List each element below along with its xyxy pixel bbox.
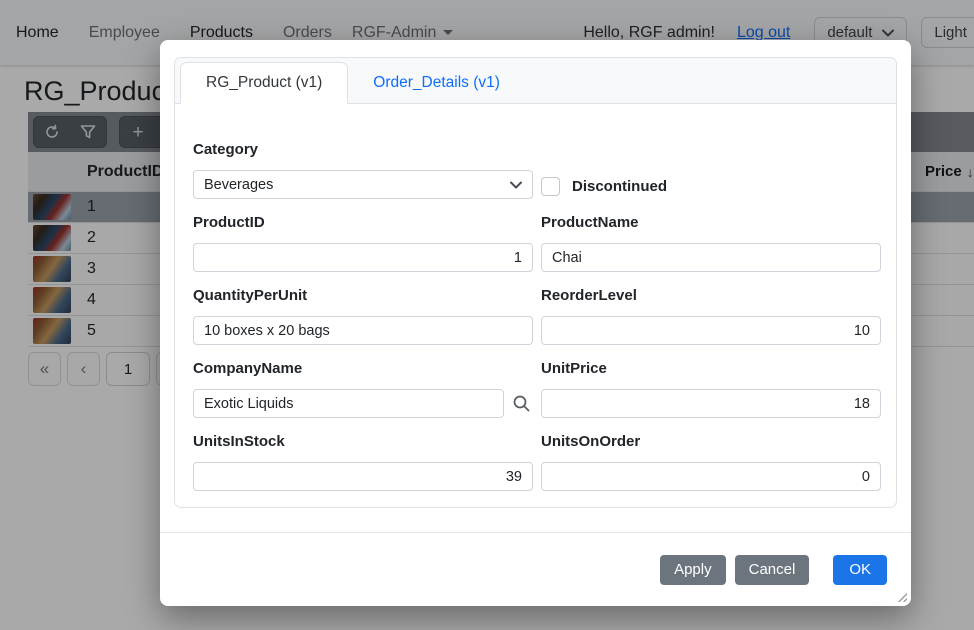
category-field: Category Beverages <box>193 141 533 199</box>
category-label: Category <box>193 141 533 158</box>
dialog-tab-bar: RG_Product (v1) Order_Details (v1) <box>175 58 896 104</box>
discontinued-field: Discontinued <box>541 173 881 199</box>
tab-rg-product[interactable]: RG_Product (v1) <box>180 62 348 104</box>
screen: Home Employee Products Orders RGF-Admin … <box>0 0 974 630</box>
company-name-field: CompanyName <box>193 360 533 418</box>
quantity-per-unit-input[interactable] <box>193 316 533 345</box>
quantity-per-unit-field: QuantityPerUnit <box>193 287 533 345</box>
ok-button[interactable]: OK <box>833 555 887 585</box>
dialog-footer: Apply Cancel OK <box>160 532 911 606</box>
product-id-field: ProductID <box>193 214 533 272</box>
company-name-input[interactable] <box>193 389 504 418</box>
edit-product-dialog: RG_Product (v1) Order_Details (v1) Categ… <box>160 40 911 606</box>
discontinued-label: Discontinued <box>572 178 667 195</box>
tab-order-details[interactable]: Order_Details (v1) <box>348 63 525 103</box>
units-on-order-field: UnitsOnOrder <box>541 433 881 491</box>
units-on-order-input[interactable] <box>541 462 881 491</box>
category-selected-value: Beverages <box>204 177 273 193</box>
company-name-label: CompanyName <box>193 360 533 377</box>
units-in-stock-label: UnitsInStock <box>193 433 533 450</box>
product-form: Category Beverages Discontinued ProductI… <box>175 104 896 491</box>
units-in-stock-input[interactable] <box>193 462 533 491</box>
unit-price-field: UnitPrice <box>541 360 881 418</box>
company-lookup-button[interactable] <box>509 392 533 416</box>
cancel-button[interactable]: Cancel <box>735 555 810 585</box>
chevron-down-icon <box>510 181 522 189</box>
discontinued-checkbox[interactable] <box>541 177 560 196</box>
reorder-level-input[interactable] <box>541 316 881 345</box>
search-icon <box>512 394 531 413</box>
unit-price-input[interactable] <box>541 389 881 418</box>
apply-button[interactable]: Apply <box>660 555 726 585</box>
units-in-stock-field: UnitsInStock <box>193 433 533 491</box>
reorder-level-field: ReorderLevel <box>541 287 881 345</box>
units-on-order-label: UnitsOnOrder <box>541 433 881 450</box>
reorder-level-label: ReorderLevel <box>541 287 881 304</box>
quantity-per-unit-label: QuantityPerUnit <box>193 287 533 304</box>
product-name-field: ProductName <box>541 214 881 272</box>
product-name-label: ProductName <box>541 214 881 231</box>
category-select[interactable]: Beverages <box>193 170 533 199</box>
product-name-input[interactable] <box>541 243 881 272</box>
product-id-label: ProductID <box>193 214 533 231</box>
product-id-input[interactable] <box>193 243 533 272</box>
dialog-tab-card: RG_Product (v1) Order_Details (v1) Categ… <box>174 57 897 508</box>
unit-price-label: UnitPrice <box>541 360 881 377</box>
